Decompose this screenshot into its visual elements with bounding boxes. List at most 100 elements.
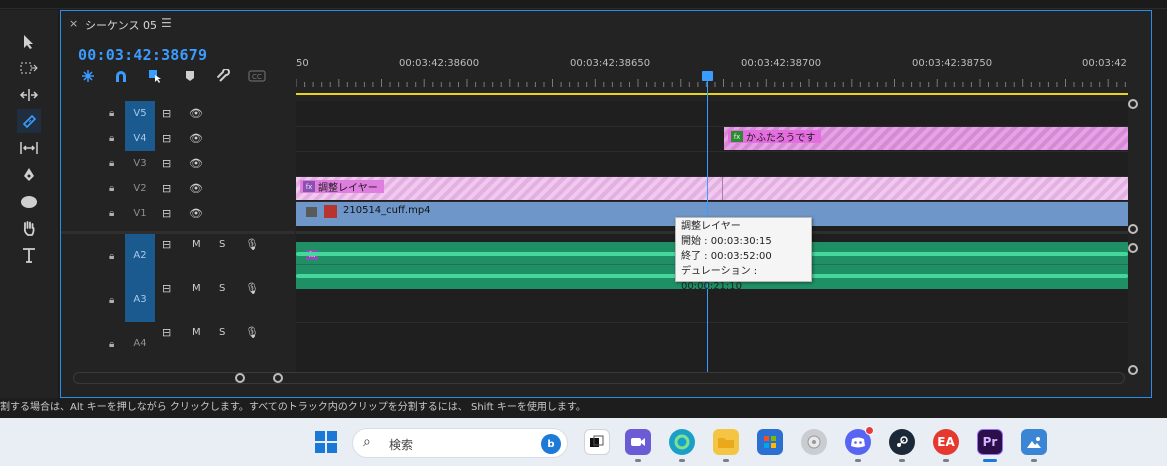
toggle-sync-lock-icon[interactable]: ⊟: [162, 132, 171, 145]
linked-selection-icon[interactable]: [147, 67, 165, 85]
toggle-sync-lock-icon[interactable]: ⊟: [162, 107, 171, 120]
running-indicator: [635, 459, 641, 462]
status-bar: 割する場合は、Alt キーを押しながら クリックします。すべてのトラック内のクリ…: [0, 398, 1167, 418]
track-target-v4[interactable]: V4: [125, 126, 155, 151]
clip-v4-text[interactable]: fx かふたろうです: [724, 127, 1128, 150]
running-indicator: [679, 459, 685, 462]
track-target-v1[interactable]: V1: [125, 201, 155, 226]
type-tool-icon[interactable]: [17, 243, 41, 267]
scroll-zoom-handle-left[interactable]: [235, 373, 245, 383]
hand-tool-icon[interactable]: [17, 216, 41, 240]
timeline-toolbar: CC: [77, 67, 277, 85]
lock-icon[interactable]: 🔒︎: [109, 251, 114, 262]
toggle-sync-lock-icon[interactable]: ⊟: [162, 182, 171, 195]
nest-sequence-icon[interactable]: [79, 67, 97, 85]
clip-title: 調整レイヤー: [318, 183, 378, 194]
toggle-output-eye-icon[interactable]: 👁︎: [189, 207, 203, 220]
video-scroll-handle-bottom[interactable]: [1128, 224, 1138, 234]
notification-badge: [865, 426, 874, 435]
toggle-sync-lock-icon[interactable]: ⊟: [162, 207, 171, 220]
photos-icon[interactable]: [1021, 429, 1047, 455]
track-target-a2[interactable]: A2: [125, 234, 155, 278]
razor-tool-icon[interactable]: [17, 109, 41, 133]
track-target-v2[interactable]: V2: [125, 176, 155, 201]
track-target-a4[interactable]: A4: [125, 322, 155, 366]
work-area-bar[interactable]: [296, 93, 1128, 95]
tooltip-start: 開始 : 00:03:30:15: [681, 236, 772, 247]
toggle-output-eye-icon[interactable]: 👁︎: [189, 182, 203, 195]
playhead-handle[interactable]: [702, 71, 713, 81]
close-tab-icon[interactable]: ×: [69, 17, 78, 30]
lock-icon[interactable]: 🔒︎: [109, 108, 114, 119]
solo-track-button[interactable]: S: [219, 283, 225, 294]
track-header-v3: 🔒︎ V3 ⊟ 👁︎: [61, 151, 295, 176]
clip-v2-adjustment-layer[interactable]: fx 調整レイヤー: [296, 177, 1128, 200]
file-explorer-icon[interactable]: [713, 429, 739, 455]
toggle-sync-lock-icon[interactable]: ⊟: [162, 326, 171, 339]
steam-icon[interactable]: [889, 429, 915, 455]
ruler-label: 00:03:42: [1082, 58, 1127, 69]
track-header-v1: 🔒︎ V1 ⊟ 👁︎: [61, 201, 295, 226]
discord-icon[interactable]: [845, 426, 874, 455]
add-marker-icon[interactable]: [181, 67, 199, 85]
track-target-v3[interactable]: V3: [125, 151, 155, 176]
slip-tool-icon[interactable]: [17, 136, 41, 160]
lock-icon[interactable]: 🔒︎: [109, 295, 114, 306]
solo-track-button[interactable]: S: [219, 239, 225, 250]
lock-icon[interactable]: 🔒︎: [109, 208, 114, 219]
timeline-tab-bar: × シーケンス 05 ☰: [61, 11, 1151, 37]
bing-icon[interactable]: b: [541, 434, 561, 454]
scroll-zoom-handle-right[interactable]: [273, 373, 283, 383]
selection-tool-icon[interactable]: [17, 30, 41, 54]
windows-start-icon[interactable]: [315, 431, 337, 453]
ea-app-icon[interactable]: EA: [933, 429, 959, 455]
voiceover-record-mic-icon[interactable]: 🎙︎: [245, 282, 259, 295]
track-header-v4: 🔒︎ V4 ⊟ 👁︎: [61, 126, 295, 151]
mute-track-button[interactable]: M: [192, 327, 201, 338]
track-target-v5[interactable]: V5: [125, 101, 155, 126]
track-select-forward-tool-icon[interactable]: [17, 56, 41, 80]
media-player-icon[interactable]: [801, 429, 827, 455]
toggle-sync-lock-icon[interactable]: ⊟: [162, 282, 171, 295]
captions-icon[interactable]: CC: [248, 67, 266, 85]
tooltip-end: 終了 : 00:03:52:00: [681, 251, 772, 262]
toggle-output-eye-icon[interactable]: 👁︎: [189, 157, 203, 170]
task-view-icon[interactable]: [584, 429, 610, 455]
mute-track-button[interactable]: M: [192, 283, 201, 294]
audio-scroll-handle-bottom[interactable]: [1128, 365, 1138, 375]
panel-menu-icon[interactable]: ☰: [161, 16, 172, 30]
ruler-label: 00:03:42:38750: [912, 58, 993, 69]
taskbar-search-box[interactable]: ⌕ 検索 b: [352, 428, 568, 458]
playhead-timecode[interactable]: 00:03:42:38679: [78, 46, 207, 64]
toggle-output-eye-icon[interactable]: 👁︎: [189, 107, 203, 120]
premiere-pro-icon[interactable]: Pr: [977, 429, 1003, 455]
timeline-horizontal-scrollbar[interactable]: [73, 372, 1125, 384]
audio-scroll-handle-top[interactable]: [1128, 243, 1138, 253]
ripple-edit-tool-icon[interactable]: [17, 83, 41, 107]
mute-track-button[interactable]: M: [192, 239, 201, 250]
sequence-tab-title[interactable]: シーケンス 05: [85, 17, 157, 33]
lock-icon[interactable]: 🔒︎: [109, 339, 114, 350]
voiceover-record-mic-icon[interactable]: 🎙︎: [245, 238, 259, 251]
track-target-a3[interactable]: A3: [125, 278, 155, 322]
timeline-settings-wrench-icon[interactable]: [215, 67, 233, 85]
lock-icon[interactable]: 🔒︎: [109, 183, 114, 194]
snap-icon[interactable]: [112, 67, 130, 85]
edge-browser-icon[interactable]: [669, 429, 695, 455]
track-header-v5: 🔒︎ V5 ⊟ 👁︎: [61, 101, 295, 126]
meet-app-icon[interactable]: [625, 429, 651, 455]
voiceover-record-mic-icon[interactable]: 🎙︎: [245, 326, 259, 339]
clip-label: fx かふたろうです: [728, 130, 822, 144]
video-scroll-handle-top[interactable]: [1128, 99, 1138, 109]
lock-icon[interactable]: 🔒︎: [109, 133, 114, 144]
lock-icon[interactable]: 🔒︎: [109, 158, 114, 169]
ellipse-tool-icon[interactable]: [17, 190, 41, 214]
pen-tool-icon[interactable]: [17, 163, 41, 187]
toggle-sync-lock-icon[interactable]: ⊟: [162, 157, 171, 170]
microsoft-store-icon[interactable]: [757, 429, 783, 455]
search-placeholder: 検索: [389, 438, 414, 452]
toggle-sync-lock-icon[interactable]: ⊟: [162, 238, 171, 251]
solo-track-button[interactable]: S: [219, 327, 225, 338]
toggle-output-eye-icon[interactable]: 👁︎: [189, 132, 203, 145]
running-indicator: [723, 459, 729, 462]
